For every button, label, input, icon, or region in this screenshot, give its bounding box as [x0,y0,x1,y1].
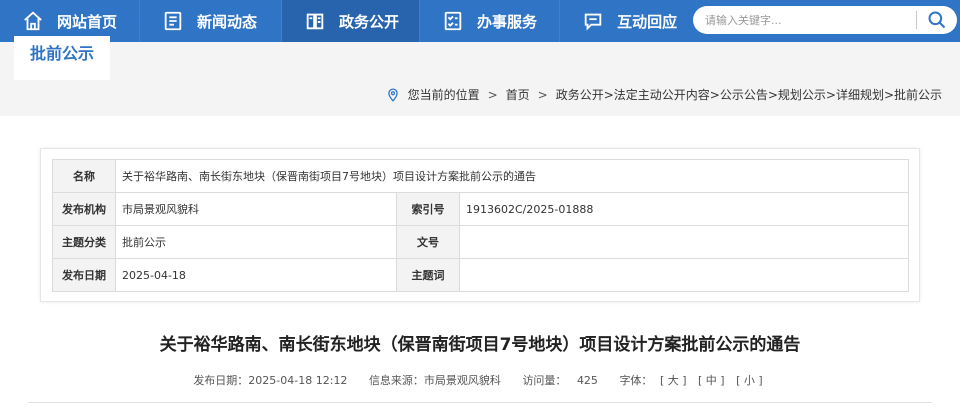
table-row: 发布机构 市局景观风貌科 索引号 1913602C/2025-01888 [52,192,909,226]
nav-gov-affairs-label: 政务公开 [339,12,400,31]
category-label: 主题分类 [52,225,116,259]
date-value: 2025-04-18 [115,258,397,292]
breadcrumb-separator: > [537,87,548,102]
name-value: 关于裕华路南、南长街东地块（保晋南街项目7号地块）项目设计方案批前公示的通告 [115,159,909,193]
document-info-table: 名称 关于裕华路南、南长街东地块（保晋南街项目7号地块）项目设计方案批前公示的通… [52,159,909,292]
nav-interaction[interactable]: 互动回应 [560,0,699,42]
nav-home-label: 网站首页 [57,12,118,31]
font-small-button[interactable]: [ 小 ] [736,374,763,387]
font-medium-button[interactable]: [ 中 ] [698,374,725,387]
nav-news[interactable]: 新闻动态 [140,0,281,42]
breadcrumb: 您当前的位置 > 首页 > 政务公开>法定主动公开内容>公示公告>规划公示>详细… [386,86,942,103]
search-box [693,6,957,34]
search-button[interactable] [917,6,957,34]
breadcrumb-prefix: 您当前的位置 [407,88,480,102]
views-label: 访问量： [522,374,567,387]
section-title: 批前公示 [30,44,95,63]
docno-value [459,225,909,259]
service-icon [442,10,464,32]
content-divider [28,402,932,403]
document-info-panel: 名称 关于裕华路南、南长街东地块（保晋南街项目7号地块）项目设计方案批前公示的通… [40,148,920,302]
index-value: 1913602C/2025-01888 [459,192,909,226]
breadcrumb-separator: > [487,87,498,102]
search-icon [928,11,946,29]
org-value: 市局景观风貌科 [115,192,397,226]
table-row: 主题分类 批前公示 文号 [52,225,909,259]
views-value: 425 [576,374,598,387]
org-label: 发布机构 [52,192,116,226]
section-header-band [0,42,960,116]
chat-icon [582,10,604,32]
keyword-label: 主题词 [396,258,460,292]
home-icon [22,10,44,32]
search-input[interactable] [705,7,917,33]
view-count: 访问量： 425 [522,374,598,387]
date-label: 发布日期 [52,258,116,292]
index-label: 索引号 [396,192,460,226]
keyword-value [459,258,909,292]
article-title: 关于裕华路南、南长街东地块（保晋南街项目7号地块）项目设计方案批前公示的通告 [159,335,801,355]
breadcrumb-path-link[interactable]: 政务公开>法定主动公开内容>公示公告>规划公示>详细规划>批前公示 [556,86,942,103]
gov-affairs-icon [304,10,326,32]
publish-date: 发布日期：2025-04-18 12:12 [193,374,348,387]
news-icon [162,10,184,32]
font-large-button[interactable]: [ 大 ] [660,374,687,387]
name-label: 名称 [52,159,116,193]
font-size-control: 字体： [ 大 ] [ 中 ] [ 小 ] [619,374,766,387]
article-meta: 发布日期：2025-04-18 12:12 信息来源：市局景观风貌科 访问量： … [0,372,960,388]
docno-label: 文号 [396,225,460,259]
nav-interaction-label: 互动回应 [617,12,678,31]
font-size-label: 字体： [619,374,653,387]
category-value: 批前公示 [115,225,397,259]
nav-service-label: 办事服务 [477,12,538,31]
nav-news-label: 新闻动态 [197,12,258,31]
nav-gov-affairs[interactable]: 政务公开 [282,0,420,42]
location-pin-icon [386,88,400,102]
info-source: 信息来源：市局景观风貌科 [368,374,501,387]
breadcrumb-home-link[interactable]: 首页 [506,86,530,103]
table-row: 名称 关于裕华路南、南长街东地块（保晋南街项目7号地块）项目设计方案批前公示的通… [52,159,909,193]
table-row: 发布日期 2025-04-18 主题词 [52,258,909,292]
nav-service[interactable]: 办事服务 [420,0,559,42]
section-title-tab: 批前公示 [14,36,111,80]
